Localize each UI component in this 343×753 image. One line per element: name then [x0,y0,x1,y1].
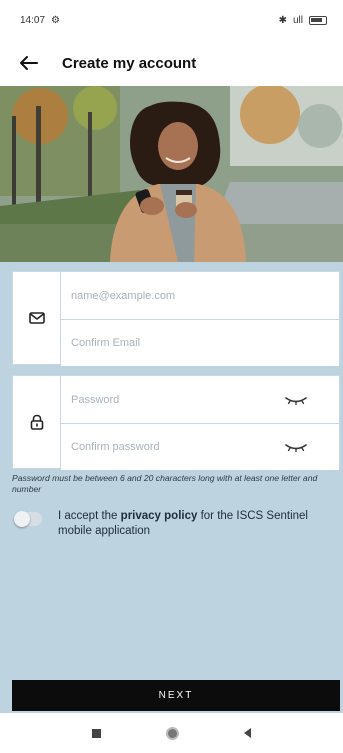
eye-closed-icon [285,444,307,452]
consent-text: I accept the privacy policy for the ISCS… [58,509,334,539]
toggle-password-visibility[interactable] [285,394,307,406]
battery-icon [309,15,327,25]
confirm-password-input[interactable] [71,441,271,453]
privacy-policy-link[interactable]: privacy policy [121,510,198,522]
status-time: 14:07 [20,14,46,26]
hero-illustration [0,86,343,262]
signal-indicator: ull [292,14,303,26]
toggle-confirm-password-visibility[interactable] [285,441,307,453]
email-group [12,271,340,366]
page-title: Create my account [62,54,197,72]
email-icon-cell [13,272,61,364]
consent-prefix: I accept the [58,510,118,522]
next-button[interactable]: NEXT [12,680,340,711]
password-group [12,375,340,470]
notification-icon: ⚙ [51,14,60,26]
lock-icon [30,414,43,430]
privacy-consent: I accept the privacy policy for the ISCS… [14,509,334,539]
privacy-toggle[interactable] [14,511,42,527]
password-hint: Password must be between 6 and 20 charac… [12,473,318,494]
bluetooth-icon: ✱ [278,14,287,26]
password-input[interactable] [71,393,271,406]
password-icon-cell [13,376,61,468]
confirm-password-field-container [61,423,339,470]
back-button[interactable] [6,40,50,86]
eye-closed-icon [285,396,307,405]
password-field-container [61,376,339,423]
app-bar: Create my account [0,40,343,86]
email-field-container [61,272,339,319]
system-nav-bar [0,713,343,753]
system-back-icon[interactable] [243,728,251,738]
home-icon[interactable] [165,726,179,740]
confirm-email-field-container [61,319,339,366]
email-input[interactable] [71,289,271,302]
recent-apps-icon[interactable] [92,728,102,738]
envelope-icon [28,312,45,324]
back-arrow-icon [20,56,38,70]
hero-photo [0,86,343,262]
confirm-email-input[interactable] [71,337,271,349]
phone-screen: 14:07 ⚙ ✱ ull Create my account name@exa… [0,0,343,753]
status-bar: 14:07 ⚙ ✱ ull [0,0,343,40]
